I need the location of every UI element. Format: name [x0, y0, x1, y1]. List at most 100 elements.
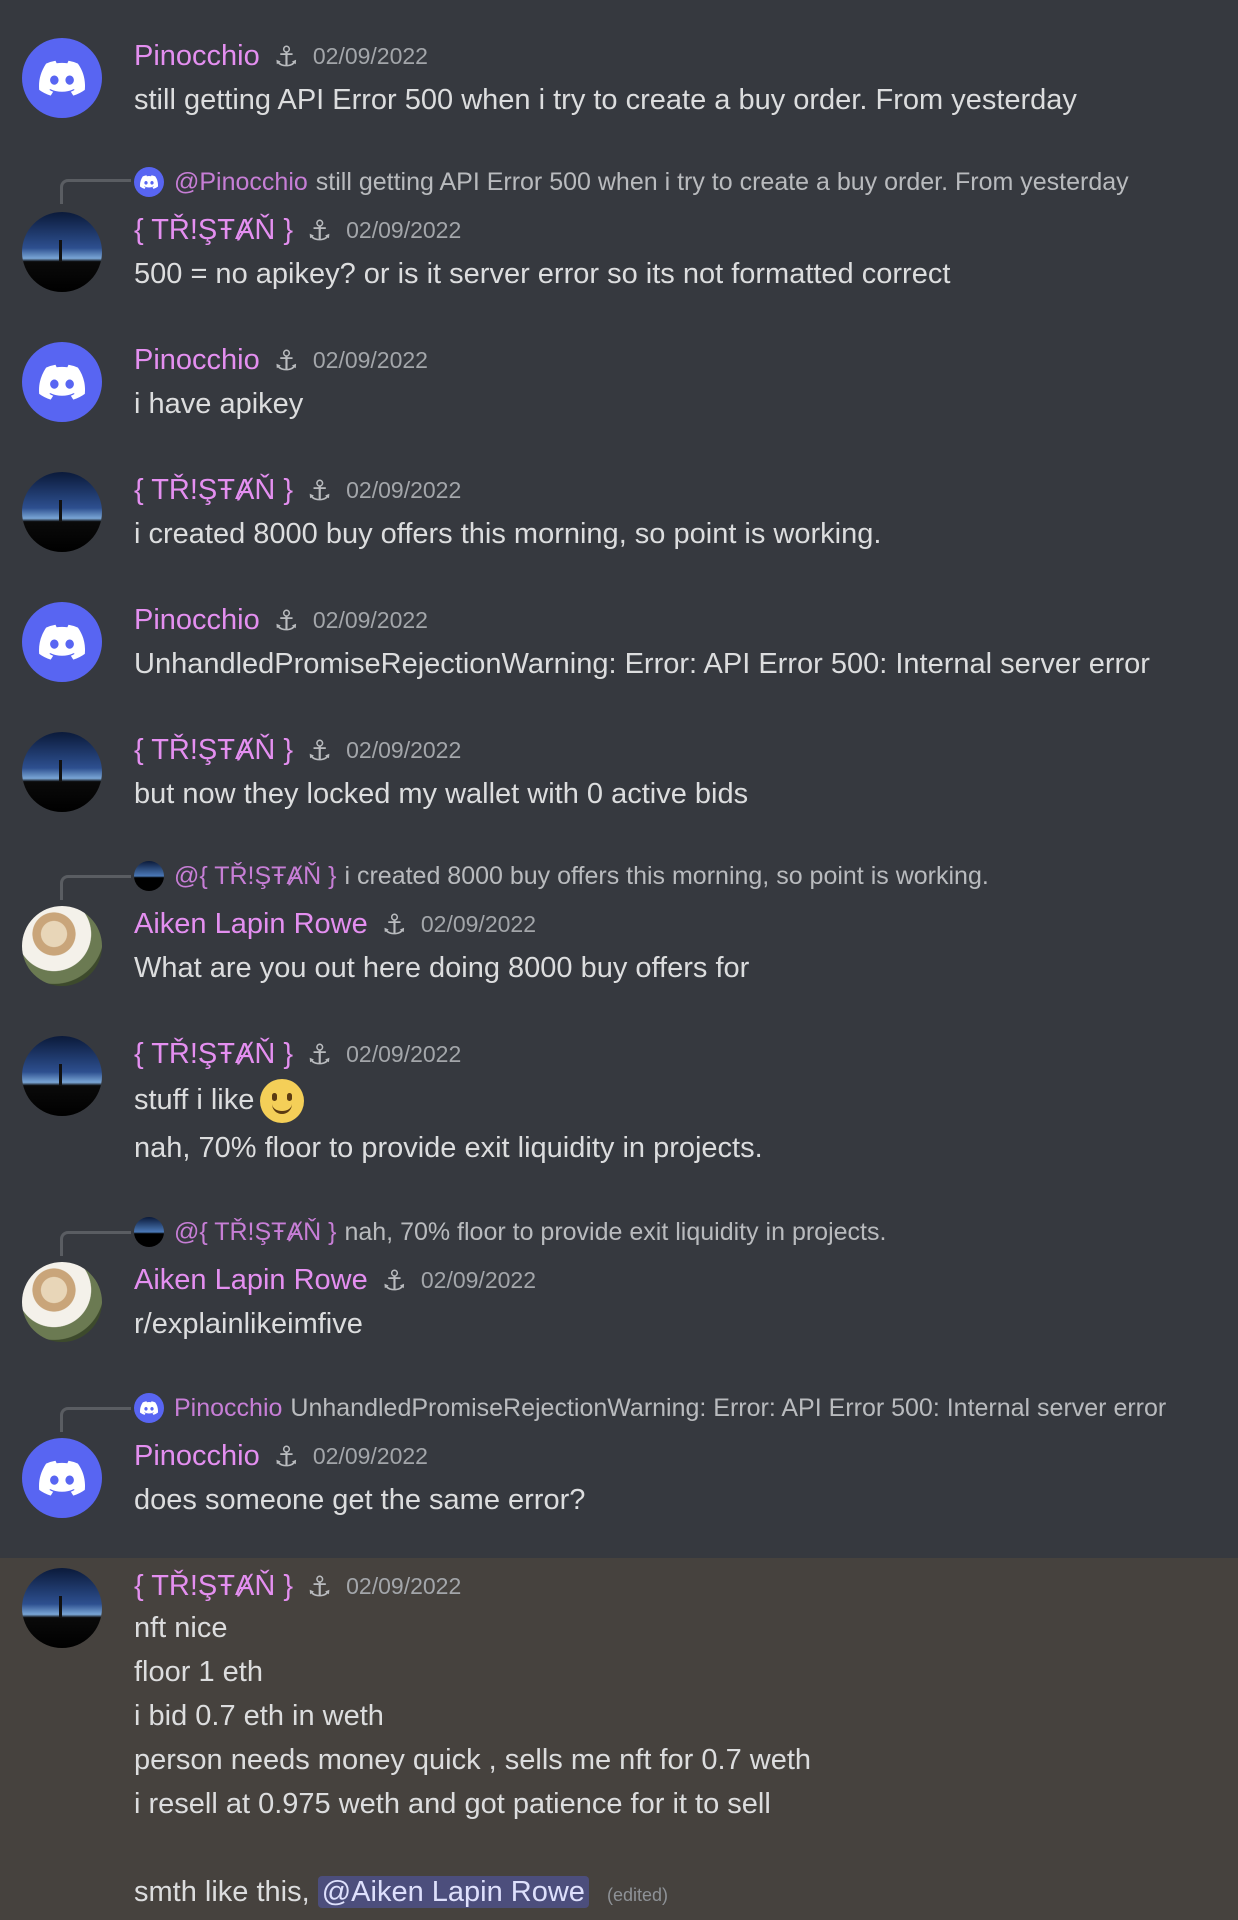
avatar[interactable]: [22, 212, 102, 292]
message-text: stuff i like: [134, 1074, 763, 1126]
message-text: r/explainlikeimfive: [134, 1308, 363, 1340]
username[interactable]: { TŘ!ŞŦȺŇ }: [134, 734, 293, 767]
timestamp: 02/09/2022: [346, 216, 462, 243]
message-text-span: smth like this,: [134, 1876, 310, 1908]
reply-author[interactable]: @Pinocchio: [174, 168, 308, 197]
username[interactable]: { TŘ!ŞŦȺŇ }: [134, 1570, 293, 1603]
reply-connector: [60, 1231, 131, 1256]
discord-logo-icon: [39, 1460, 85, 1496]
edited-label: (edited): [607, 1885, 669, 1905]
anchor-icon: ⚓: [273, 344, 299, 376]
username[interactable]: { TŘ!ŞŦȺŇ }: [134, 474, 293, 507]
discord-logo-icon: [140, 175, 158, 189]
reply-avatar: [134, 167, 164, 197]
message-text: i resell at 0.975 weth and got patience …: [134, 1788, 771, 1820]
reply-connector: [60, 875, 131, 900]
anchor-icon: ⚓: [273, 40, 299, 72]
message-text: What are you out here doing 8000 buy off…: [134, 952, 750, 984]
user-mention[interactable]: @Aiken Lapin Rowe: [317, 1876, 589, 1908]
reply-connector: [60, 1407, 131, 1432]
anchor-icon: ⚓: [307, 1038, 333, 1070]
message: Pinocchio UnhandledPromiseRejectionWarni…: [0, 1390, 1238, 1558]
reply-text: UnhandledPromiseRejectionWarning: Error:…: [290, 1393, 1167, 1422]
avatar[interactable]: [22, 1438, 102, 1518]
message: Pinocchio ⚓ 02/09/2022 i have apikey: [0, 338, 1238, 438]
avatar[interactable]: [22, 38, 102, 118]
anchor-icon: ⚓: [273, 604, 299, 636]
discord-logo-icon: [39, 624, 85, 660]
reply-text: nah, 70% floor to provide exit liquidity…: [344, 1217, 887, 1246]
slightly-smiling-face-emoji[interactable]: [260, 1079, 305, 1124]
username[interactable]: Pinocchio: [134, 40, 260, 73]
message-text: 500 = no apikey? or is it server error s…: [134, 258, 951, 290]
message: Pinocchio ⚓ 02/09/2022 UnhandledPromiseR…: [0, 598, 1238, 698]
username[interactable]: Pinocchio: [134, 344, 260, 377]
avatar[interactable]: [22, 602, 102, 682]
timestamp: 02/09/2022: [346, 736, 462, 763]
message-text: i created 8000 buy offers this morning, …: [134, 518, 882, 550]
timestamp: 02/09/2022: [312, 606, 428, 633]
avatar[interactable]: [22, 1036, 102, 1116]
timestamp: 02/09/2022: [312, 346, 428, 373]
timestamp: 02/09/2022: [346, 1040, 462, 1067]
username[interactable]: Aiken Lapin Rowe: [134, 908, 368, 941]
anchor-icon: ⚓: [307, 734, 333, 766]
reply-text: still getting API Error 500 when i try t…: [315, 167, 1129, 196]
avatar[interactable]: [22, 732, 102, 812]
message-text: nah, 70% floor to provide exit liquidity…: [134, 1132, 763, 1164]
reply-preview[interactable]: @{ TŘ!ŞŦȺŇ } i created 8000 buy offers t…: [134, 860, 989, 892]
discord-logo-icon: [39, 364, 85, 400]
reply-author[interactable]: @{ TŘ!ŞŦȺŇ }: [174, 1218, 336, 1247]
username[interactable]: Aiken Lapin Rowe: [134, 1264, 368, 1297]
reply-avatar: [134, 861, 164, 891]
reply-author[interactable]: Pinocchio: [174, 1394, 282, 1423]
avatar[interactable]: [22, 906, 102, 986]
reply-author[interactable]: @{ TŘ!ŞŦȺŇ }: [174, 862, 336, 891]
timestamp: 02/09/2022: [346, 476, 462, 503]
avatar[interactable]: [22, 342, 102, 422]
reply-preview[interactable]: @Pinocchio still getting API Error 500 w…: [134, 166, 1129, 198]
message-text: but now they locked my wallet with 0 act…: [134, 778, 749, 810]
message-text: i bid 0.7 eth in weth: [134, 1700, 384, 1732]
avatar[interactable]: [22, 472, 102, 552]
anchor-icon: ⚓: [307, 474, 333, 506]
timestamp: 02/09/2022: [312, 1442, 428, 1469]
message: @{ TŘ!ŞŦȺŇ } nah, 70% floor to provide e…: [0, 1214, 1238, 1354]
message-highlighted: { TŘ!ŞŦȺŇ } ⚓ 02/09/2022 nft nice floor …: [0, 1558, 1238, 1920]
username[interactable]: { TŘ!ŞŦȺŇ }: [134, 214, 293, 247]
reply-connector: [60, 179, 131, 204]
username[interactable]: Pinocchio: [134, 604, 260, 637]
anchor-icon: ⚓: [381, 908, 407, 940]
message-text: person needs money quick , sells me nft …: [134, 1744, 812, 1776]
message-text: i have apikey: [134, 388, 304, 420]
message: @{ TŘ!ŞŦȺŇ } i created 8000 buy offers t…: [0, 858, 1238, 998]
avatar[interactable]: [22, 1262, 102, 1342]
message-text-blank: [134, 1826, 811, 1870]
anchor-icon: ⚓: [381, 1264, 407, 1296]
discord-logo-icon: [140, 1401, 158, 1415]
timestamp: 02/09/2022: [420, 1266, 536, 1293]
reply-preview[interactable]: @{ TŘ!ŞŦȺŇ } nah, 70% floor to provide e…: [134, 1216, 886, 1248]
anchor-icon: ⚓: [307, 214, 333, 246]
anchor-icon: ⚓: [307, 1570, 333, 1602]
message-text: UnhandledPromiseRejectionWarning: Error:…: [134, 648, 1150, 680]
message: { TŘ!ŞŦȺŇ } ⚓ 02/09/2022 but now they lo…: [0, 728, 1238, 828]
timestamp: 02/09/2022: [312, 42, 428, 69]
username[interactable]: Pinocchio: [134, 1440, 260, 1473]
timestamp: 02/09/2022: [346, 1572, 462, 1599]
message: Pinocchio ⚓ 02/09/2022 still getting API…: [0, 30, 1238, 130]
message-text: nft nice: [134, 1612, 228, 1644]
message-text: floor 1 eth: [134, 1656, 263, 1688]
message: { TŘ!ŞŦȺŇ } ⚓ 02/09/2022 i created 8000 …: [0, 468, 1238, 568]
reply-avatar: [134, 1393, 164, 1423]
message-text: does someone get the same error?: [134, 1484, 586, 1516]
reply-preview[interactable]: Pinocchio UnhandledPromiseRejectionWarni…: [134, 1392, 1166, 1424]
message-text: still getting API Error 500 when i try t…: [134, 84, 1077, 116]
timestamp: 02/09/2022: [420, 910, 536, 937]
username[interactable]: { TŘ!ŞŦȺŇ }: [134, 1038, 293, 1071]
message: { TŘ!ŞŦȺŇ } ⚓ 02/09/2022 stuff i like na…: [0, 1032, 1238, 1172]
reply-avatar: [134, 1217, 164, 1247]
anchor-icon: ⚓: [273, 1440, 299, 1472]
avatar[interactable]: [22, 1568, 102, 1648]
message-text-span: stuff i like: [134, 1084, 255, 1116]
